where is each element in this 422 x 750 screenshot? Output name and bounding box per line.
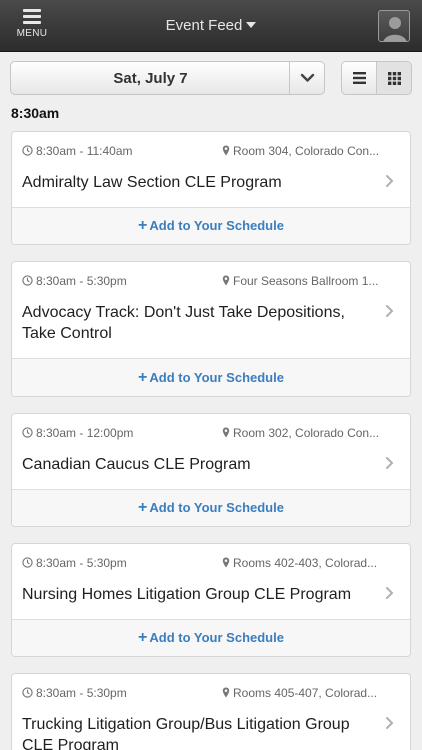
- event-meta: 8:30am - 12:00pm Room 302, Colorado Con.…: [22, 426, 380, 442]
- grid-icon: [388, 72, 401, 85]
- event-meta: 8:30am - 11:40am Room 304, Colorado Con.…: [22, 144, 380, 160]
- event-meta: 8:30am - 5:30pm Four Seasons Ballroom 1.…: [22, 274, 380, 290]
- event-meta: 8:30am - 5:30pm Rooms 402-403, Colorad..…: [22, 556, 380, 572]
- event-title-link[interactable]: Advocacy Track: Don't Just Take Depositi…: [22, 302, 370, 344]
- map-marker-icon: [222, 687, 230, 698]
- event-location-text: Room 302, Colorado Con...: [233, 426, 380, 440]
- event-title-link[interactable]: Trucking Litigation Group/Bus Litigation…: [22, 714, 370, 750]
- event-location-text: Rooms 405-407, Colorad...: [233, 686, 378, 700]
- add-to-schedule-button[interactable]: + Add to Your Schedule: [138, 369, 284, 387]
- add-to-schedule-button[interactable]: + Add to Your Schedule: [138, 217, 284, 235]
- chevron-right-icon[interactable]: [385, 174, 394, 188]
- add-to-schedule-bar: + Add to Your Schedule: [12, 358, 410, 396]
- clock-icon: [22, 687, 33, 698]
- page-title: Event Feed: [165, 17, 243, 34]
- chevron-down-icon: [300, 73, 315, 82]
- event-card: 8:30am - 11:40am Room 304, Colorado Con.…: [11, 131, 411, 245]
- event-location-text: Four Seasons Ballroom 1...: [233, 274, 379, 288]
- event-location: Four Seasons Ballroom 1...: [222, 274, 380, 288]
- grid-view-button[interactable]: [377, 62, 411, 94]
- event-card: 8:30am - 5:30pm Four Seasons Ballroom 1.…: [11, 261, 411, 397]
- event-card: 8:30am - 5:30pm Rooms 402-403, Colorad..…: [11, 543, 411, 657]
- add-to-schedule-bar: + Add to Your Schedule: [12, 619, 410, 656]
- caret-down-icon: [246, 21, 257, 28]
- add-to-schedule-button[interactable]: + Add to Your Schedule: [138, 499, 284, 517]
- event-time: 8:30am - 12:00pm: [22, 426, 133, 440]
- event-time: 8:30am - 5:30pm: [22, 686, 127, 700]
- event-location: Rooms 402-403, Colorad...: [222, 556, 380, 570]
- clock-icon: [22, 145, 33, 156]
- event-card: 8:30am - 5:30pm Rooms 405-407, Colorad..…: [11, 673, 411, 750]
- event-time: 8:30am - 5:30pm: [22, 556, 127, 570]
- event-time: 8:30am - 11:40am: [22, 144, 133, 158]
- event-title-link[interactable]: Canadian Caucus CLE Program: [22, 454, 370, 475]
- event-time-text: 8:30am - 5:30pm: [36, 686, 127, 700]
- clock-icon: [22, 427, 33, 438]
- event-time-text: 8:30am - 5:30pm: [36, 274, 127, 288]
- add-to-schedule-bar: + Add to Your Schedule: [12, 489, 410, 526]
- chevron-right-icon[interactable]: [385, 716, 394, 730]
- plus-icon: +: [138, 369, 148, 386]
- chevron-right-icon[interactable]: [385, 304, 394, 318]
- map-marker-icon: [222, 275, 230, 286]
- add-to-schedule-label: Add to Your Schedule: [149, 370, 284, 385]
- list-view-button[interactable]: [342, 62, 377, 94]
- add-to-schedule-button[interactable]: + Add to Your Schedule: [138, 629, 284, 647]
- plus-icon: +: [138, 217, 148, 234]
- event-time-text: 8:30am - 11:40am: [36, 144, 133, 158]
- user-silhouette-icon: [383, 17, 407, 41]
- event-location-text: Rooms 402-403, Colorad...: [233, 556, 378, 570]
- event-title-link[interactable]: Admiralty Law Section CLE Program: [22, 172, 370, 193]
- event-location: Room 302, Colorado Con...: [222, 426, 380, 440]
- event-time: 8:30am - 5:30pm: [22, 274, 127, 288]
- date-dropdown-button[interactable]: [289, 62, 324, 94]
- event-title-link[interactable]: Nursing Homes Litigation Group CLE Progr…: [22, 584, 370, 605]
- event-location: Rooms 405-407, Colorad...: [222, 686, 380, 700]
- top-navbar: MENU Event Feed: [0, 0, 422, 52]
- view-toggle: [341, 61, 412, 95]
- map-marker-icon: [222, 145, 230, 156]
- plus-icon: +: [138, 499, 148, 516]
- add-to-schedule-label: Add to Your Schedule: [149, 218, 284, 233]
- event-time-text: 8:30am - 12:00pm: [36, 426, 134, 440]
- clock-icon: [22, 557, 33, 568]
- user-avatar-button[interactable]: [378, 10, 410, 42]
- map-marker-icon: [222, 427, 230, 438]
- event-meta: 8:30am - 5:30pm Rooms 405-407, Colorad..…: [22, 686, 380, 702]
- chevron-right-icon[interactable]: [385, 456, 394, 470]
- clock-icon: [22, 275, 33, 286]
- event-feed-dropdown[interactable]: Event Feed: [0, 17, 422, 34]
- event-location-text: Room 304, Colorado Con...: [233, 144, 380, 158]
- event-location: Room 304, Colorado Con...: [222, 144, 380, 158]
- add-to-schedule-bar: + Add to Your Schedule: [12, 207, 410, 244]
- time-group-heading: 8:30am: [11, 105, 60, 121]
- event-time-text: 8:30am - 5:30pm: [36, 556, 127, 570]
- event-card: 8:30am - 12:00pm Room 302, Colorado Con.…: [11, 413, 411, 527]
- add-to-schedule-label: Add to Your Schedule: [149, 500, 284, 515]
- add-to-schedule-label: Add to Your Schedule: [149, 630, 284, 645]
- list-icon: [353, 72, 366, 84]
- chevron-right-icon[interactable]: [385, 586, 394, 600]
- date-picker[interactable]: Sat, July 7: [10, 61, 325, 95]
- plus-icon: +: [138, 629, 148, 646]
- selected-date: Sat, July 7: [113, 70, 188, 87]
- map-marker-icon: [222, 557, 230, 568]
